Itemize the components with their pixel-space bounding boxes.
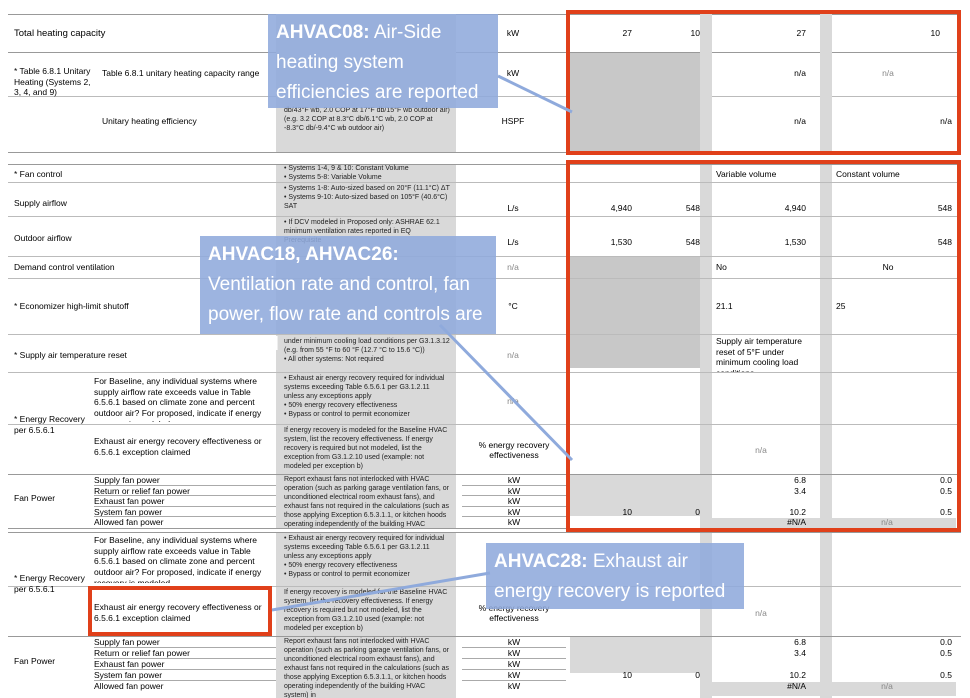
connector-line xyxy=(497,74,573,114)
connector-line xyxy=(438,323,574,462)
callout-ahvac28: AHVAC28: Exhaust air energy recovery is … xyxy=(486,543,744,609)
callout-ahvac08: AHVAC08: Air-Side heating system efficie… xyxy=(268,14,498,108)
callout-code: AHVAC18, AHVAC26: xyxy=(208,244,399,265)
callout-code: AHVAC28: xyxy=(494,551,588,572)
connector-line xyxy=(271,571,491,612)
callout-code: AHVAC08: xyxy=(276,22,370,43)
callout-ahvac18-26: AHVAC18, AHVAC26: Ventilation rate and c… xyxy=(200,236,496,355)
